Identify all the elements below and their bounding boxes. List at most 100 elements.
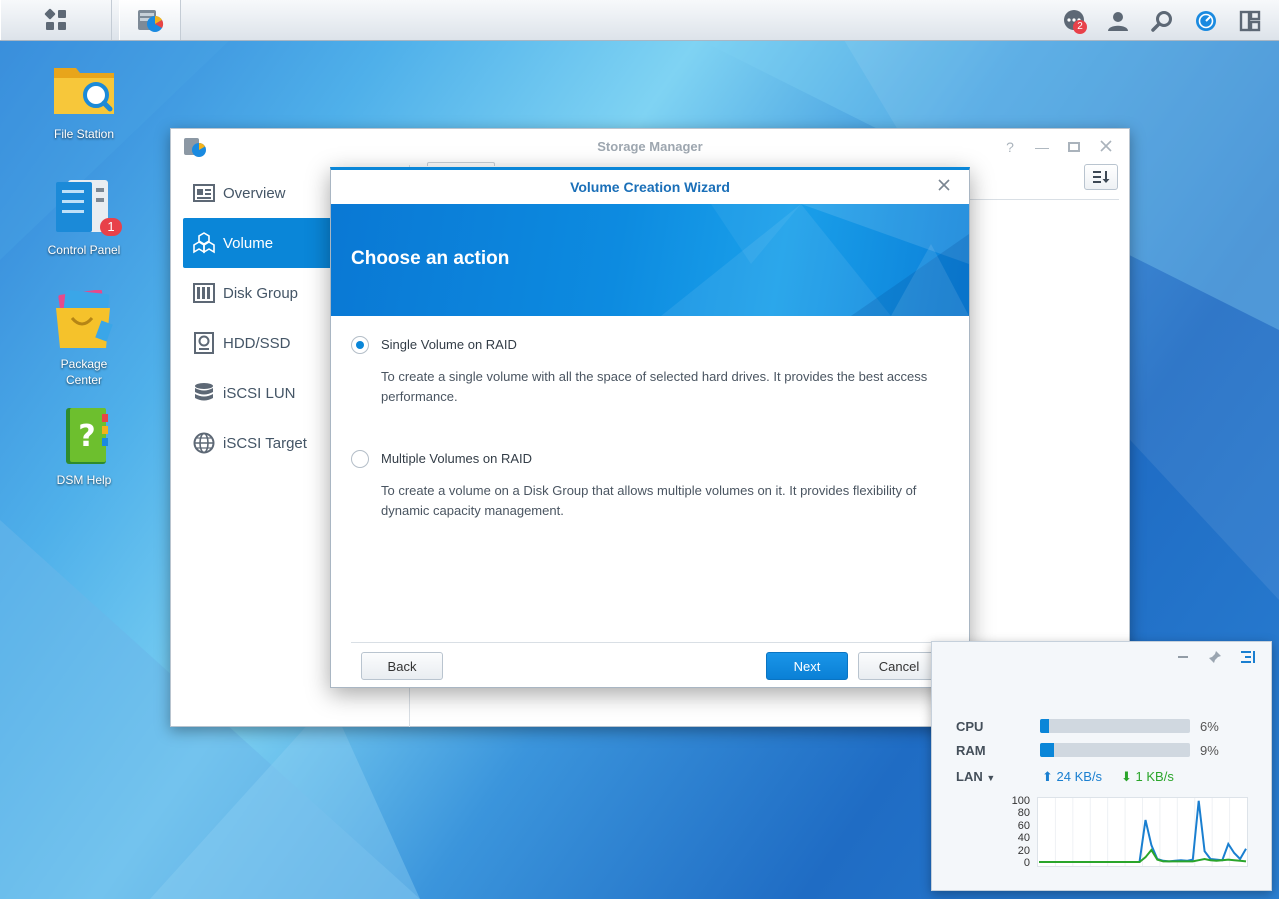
desktop-icon-label: DSM Help [56, 473, 112, 487]
desktop-icon-control-panel[interactable]: 1 Control Panel [34, 176, 134, 258]
chevron-down-icon: ▼ [986, 773, 996, 783]
y-tick-label: 100 [1011, 795, 1030, 807]
minimize-icon: — [1035, 139, 1049, 155]
y-tick-label: 60 [1017, 819, 1030, 832]
resource-monitor-widget: CPU 6% RAM 9% LAN ▼ ⬆ 24 KB/s ⬇ 1 KB/s 1… [931, 641, 1272, 891]
option-multiple-volumes[interactable]: Multiple Volumes on RAID To create a vol… [351, 450, 951, 520]
widget-pin-button[interactable] [1208, 650, 1226, 668]
file-station-icon [54, 68, 114, 114]
close-icon [938, 179, 950, 191]
minimize-button[interactable]: — [1033, 138, 1051, 156]
download-rate-value: 1 KB/s [1135, 769, 1174, 784]
next-button[interactable]: Next [766, 652, 848, 680]
user-icon [1108, 12, 1128, 31]
apps-grid-icon [44, 8, 66, 30]
wizard-banner: Choose an action [331, 204, 969, 316]
maximize-button[interactable] [1065, 138, 1083, 156]
taskbar-storage-manager[interactable] [119, 0, 181, 40]
wizard-close-button[interactable] [937, 178, 955, 196]
option-label: Single Volume on RAID [381, 337, 517, 352]
desktop-icon-file-station[interactable]: File Station [34, 60, 134, 142]
sidebar-item-label: Volume [223, 234, 274, 252]
main-menu-button[interactable] [0, 0, 112, 40]
sidebar-item-label: HDD/SSD [223, 334, 291, 352]
ram-usage-fill [1040, 743, 1054, 757]
sidebar-item-label: iSCSI LUN [223, 384, 296, 402]
network-chart-svg [1039, 798, 1247, 866]
sidebar-item-label: Overview [223, 184, 286, 202]
control-panel-badge: 1 [100, 218, 122, 236]
widget-minimize-button[interactable] [1176, 650, 1194, 668]
pilot-view-button[interactable] [1193, 8, 1219, 34]
cpu-percent: 6% [1200, 719, 1219, 734]
help-icon: ? [1006, 139, 1014, 155]
svg-text:?: ? [78, 419, 95, 454]
upload-rate: ⬆ 24 KB/s [1042, 769, 1102, 785]
option-single-volume[interactable]: Single Volume on RAID To create a single… [351, 336, 951, 406]
user-button[interactable] [1105, 8, 1131, 34]
search-icon [1151, 11, 1172, 32]
y-tick-label: 40 [1017, 832, 1030, 845]
option-description: To create a volume on a Disk Group that … [381, 483, 917, 518]
y-tick-label: 20 [1017, 844, 1030, 857]
ram-percent: 9% [1200, 743, 1219, 758]
y-tick-label: 0 [1023, 857, 1030, 869]
widgets-button[interactable] [1237, 8, 1263, 34]
sort-icon [1093, 171, 1110, 183]
sidebar-item-label: iSCSI Target [223, 434, 307, 452]
wizard-heading: Choose an action [351, 248, 510, 269]
minimize-icon [1178, 656, 1188, 658]
notification-count-badge: 2 [1073, 20, 1087, 34]
volume-icon [193, 232, 215, 254]
toolbar-tab[interactable] [427, 162, 495, 166]
lan-dropdown[interactable]: LAN ▼ [956, 769, 995, 784]
cpu-label: CPU [956, 719, 984, 734]
sort-button[interactable] [1084, 164, 1118, 190]
help-button[interactable]: ? [1001, 138, 1019, 156]
back-button[interactable]: Back [361, 652, 443, 680]
storage-manager-icon [138, 10, 164, 32]
arrow-down-icon: ⬇ [1121, 769, 1132, 784]
lan-label: LAN [956, 769, 983, 784]
option-label: Multiple Volumes on RAID [381, 451, 533, 466]
help-book-icon: ? [66, 408, 108, 464]
close-icon [1100, 140, 1112, 152]
widget-panel-icon [1241, 651, 1255, 663]
widget-header [932, 642, 1271, 678]
iscsi-target-icon [193, 432, 215, 454]
pin-icon [1209, 651, 1221, 663]
arrow-up-icon: ⬆ [1042, 769, 1053, 784]
package-center-icon [56, 289, 113, 348]
hdd-icon [193, 332, 215, 354]
ram-usage-bar [1040, 743, 1190, 757]
cpu-usage-fill [1040, 719, 1049, 733]
desktop-icon-dsm-help[interactable]: ? DSM Help [34, 406, 134, 488]
close-button[interactable] [1097, 138, 1115, 156]
footer-divider [351, 642, 951, 643]
notifications-button[interactable]: 2 [1061, 8, 1087, 34]
radio-multiple-volumes[interactable] [351, 450, 369, 468]
disk-group-icon [193, 282, 215, 304]
widget-settings-button[interactable] [1240, 650, 1258, 668]
overview-icon [193, 182, 215, 204]
desktop-icon-label: File Station [53, 127, 115, 141]
window-title: Storage Manager [597, 139, 703, 154]
widgets-icon [1239, 10, 1261, 32]
cancel-button[interactable]: Cancel [858, 652, 940, 680]
radio-single-volume[interactable] [351, 336, 369, 354]
network-chart [1037, 797, 1248, 867]
desktop-icon-package-center[interactable]: Package Center [34, 289, 134, 388]
ram-label: RAM [956, 743, 986, 758]
volume-creation-wizard: Volume Creation Wizard Choose an action … [330, 167, 970, 688]
y-tick-label: 80 [1017, 807, 1030, 820]
option-description: To create a single volume with all the s… [381, 369, 928, 404]
cpu-usage-bar [1040, 719, 1190, 733]
taskbar: 2 [0, 0, 1279, 41]
download-rate: ⬇ 1 KB/s [1121, 769, 1174, 785]
sidebar-item-label: Disk Group [223, 284, 299, 302]
search-button[interactable] [1149, 8, 1175, 34]
wizard-title: Volume Creation Wizard [570, 179, 730, 195]
dashboard-gauge-icon [1196, 11, 1216, 31]
desktop-icon-label: Control Panel [47, 243, 121, 257]
desktop-icon-label: Package Center [60, 357, 108, 387]
